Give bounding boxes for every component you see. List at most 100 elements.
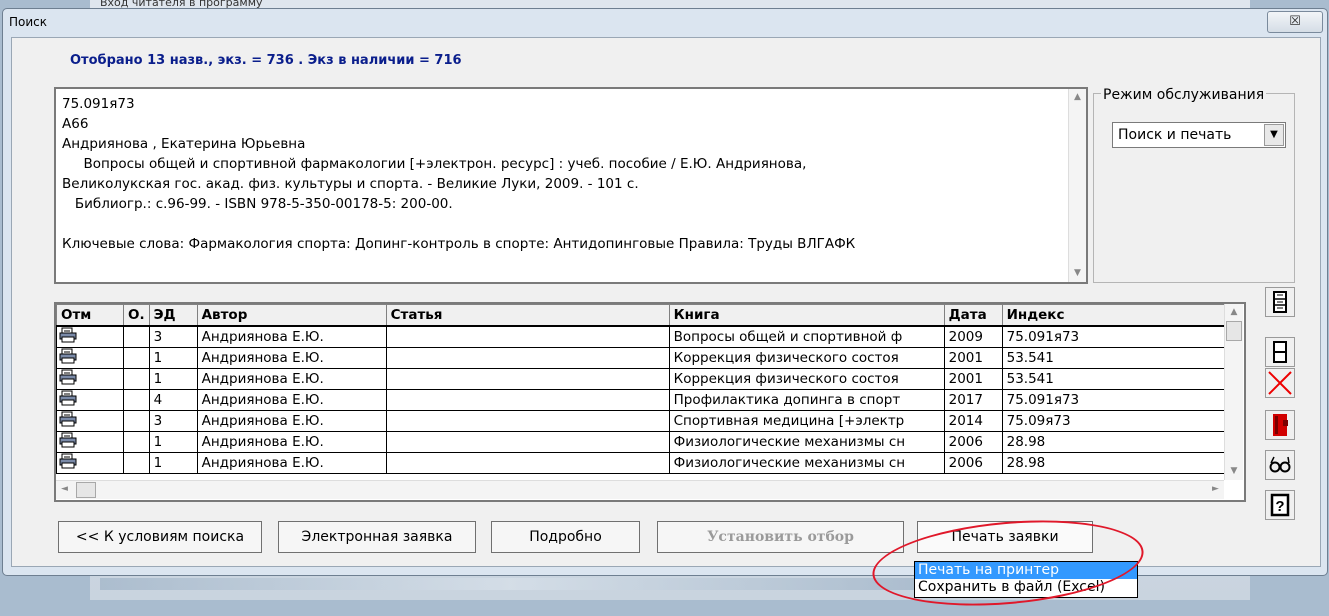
o-cell: [123, 368, 150, 390]
mark-cell[interactable]: [56, 325, 124, 348]
author-cell: Андриянова Е.Ю.: [196, 325, 387, 348]
date-cell: 2006: [943, 452, 1003, 474]
details-button[interactable]: Подробно: [491, 521, 640, 553]
mark-cell[interactable]: [56, 431, 124, 453]
column-header[interactable]: Дата: [943, 304, 1003, 327]
grid-horizontal-scrollbar[interactable]: ◄ ►: [56, 480, 1224, 499]
ed-cell: 1: [148, 452, 198, 474]
table-row[interactable]: 3 Андриянова Е.Ю. Спортивная медицина [+эл…: [56, 410, 1233, 432]
close-icon: ☒: [1289, 14, 1301, 29]
index-cell: 75.091я73: [1001, 389, 1233, 411]
electronic-request-button[interactable]: Электронная заявка: [278, 521, 476, 553]
help-icon: ?: [1270, 493, 1290, 517]
mark-cell[interactable]: [56, 368, 124, 390]
column-header[interactable]: Статья: [385, 304, 670, 327]
table-row[interactable]: 4 Андриянова Е.Ю. Профилактика допинга в с…: [56, 389, 1233, 411]
book-cell: Физиологические механизмы сн: [668, 452, 945, 474]
delete-x-icon: [1268, 371, 1292, 395]
mark-cell[interactable]: [56, 389, 124, 411]
description-line: [62, 214, 1086, 234]
article-cell: [385, 325, 670, 348]
column-header[interactable]: Автор: [196, 304, 387, 327]
book-cell: Профилактика допинга в спорт: [668, 389, 945, 411]
scroll-down-icon[interactable]: ▼: [1069, 265, 1086, 282]
index-cell: 53.541: [1001, 368, 1233, 390]
book-button[interactable]: [1265, 410, 1295, 440]
scroll-up-icon[interactable]: ▲: [1225, 304, 1243, 321]
ed-cell: 1: [148, 431, 198, 453]
printer-icon: [59, 327, 77, 343]
author-cell: Андриянова Е.Ю.: [196, 347, 387, 369]
scroll-left-icon[interactable]: ◄: [56, 481, 73, 498]
glasses-icon: [1269, 456, 1291, 473]
book-red-icon: [1273, 414, 1288, 436]
index-cell: 28.98: [1001, 431, 1233, 453]
results-table: Отм О. ЭД Автор Статья Книга Дата Индекс…: [56, 304, 1233, 474]
expand-rows-button[interactable]: [1265, 287, 1295, 317]
article-cell: [385, 452, 670, 474]
mark-cell[interactable]: [56, 410, 124, 432]
date-cell: 2006: [943, 431, 1003, 453]
o-cell: [123, 347, 150, 369]
book-cell: Спортивная медицина [+электр: [668, 410, 945, 432]
scroll-right-icon[interactable]: ►: [1207, 481, 1224, 498]
mark-cell[interactable]: [56, 452, 124, 474]
author-cell: Андриянова Е.Ю.: [196, 389, 387, 411]
ed-cell: 3: [148, 410, 198, 432]
description-line: Андриянова , Екатерина Юрьевна: [62, 136, 306, 152]
index-cell: 75.09я73: [1001, 410, 1233, 432]
service-mode-value: Поиск и печать: [1118, 127, 1232, 143]
date-cell: 2009: [943, 325, 1003, 348]
chevron-down-icon[interactable]: ▼: [1264, 124, 1284, 146]
description-line: А66: [62, 116, 89, 132]
ed-cell: 1: [148, 347, 198, 369]
svg-text:?: ?: [1275, 498, 1284, 515]
column-header[interactable]: ЭД: [148, 304, 198, 327]
article-cell: [385, 410, 670, 432]
table-row[interactable]: 1 Андриянова Е.Ю. Коррекция физического со…: [56, 347, 1233, 369]
help-button[interactable]: ?: [1265, 490, 1295, 520]
ed-cell: 4: [148, 389, 198, 411]
article-cell: [385, 347, 670, 369]
book-cell: Физиологические механизмы сн: [668, 431, 945, 453]
printer-icon: [59, 348, 77, 364]
collapse-rows-button[interactable]: [1265, 337, 1295, 367]
set-filter-button[interactable]: Установить отбор: [657, 521, 904, 553]
book-cell: Вопросы общей и спортивной ф: [668, 325, 945, 348]
table-row[interactable]: 1 Андриянова Е.Ю. Физиологические механизм…: [56, 431, 1233, 453]
scroll-up-icon[interactable]: ▲: [1069, 89, 1086, 106]
description-line: Великолукская гос. акад. физ. культуры и…: [62, 176, 639, 192]
scroll-thumb[interactable]: [1226, 321, 1242, 341]
o-cell: [123, 452, 150, 474]
table-row[interactable]: 3 Андриянова Е.Ю. Вопросы общей и спортивн…: [56, 325, 1233, 348]
column-header[interactable]: Индекс: [1001, 304, 1233, 327]
scroll-down-icon[interactable]: ▼: [1225, 463, 1243, 480]
column-header[interactable]: Отм: [56, 304, 124, 327]
article-cell: [385, 368, 670, 390]
delete-button[interactable]: [1265, 368, 1295, 398]
description-scrollbar[interactable]: ▲ ▼: [1068, 89, 1086, 282]
printer-icon: [59, 390, 77, 406]
scroll-thumb[interactable]: [76, 482, 96, 498]
service-mode-select[interactable]: Поиск и печать ▼: [1112, 122, 1286, 148]
index-cell: 75.091я73: [1001, 325, 1233, 348]
selection-summary: Отобрано 13 назв., экз. = 736 . Экз в на…: [70, 53, 462, 68]
column-header[interactable]: Книга: [668, 304, 945, 327]
index-cell: 28.98: [1001, 452, 1233, 474]
window-title: Поиск: [9, 15, 48, 29]
preview-button[interactable]: [1265, 450, 1295, 480]
printer-icon: [59, 453, 77, 469]
index-cell: 53.541: [1001, 347, 1233, 369]
close-button[interactable]: ☒: [1267, 11, 1323, 33]
printer-icon: [59, 411, 77, 427]
book-cell: Коррекция физического состоя: [668, 368, 945, 390]
mark-cell[interactable]: [56, 347, 124, 369]
grid-vertical-scrollbar[interactable]: ▲ ▼: [1224, 304, 1243, 480]
o-cell: [123, 325, 150, 348]
description-line: Вопросы общей и спортивной фармакологии …: [62, 156, 807, 172]
description-line: 75.091я73: [62, 96, 135, 112]
back-to-search-button[interactable]: << К условиям поиска: [58, 521, 262, 553]
table-row[interactable]: 1 Андриянова Е.Ю. Коррекция физического со…: [56, 368, 1233, 390]
column-header[interactable]: О.: [123, 304, 150, 327]
table-row[interactable]: 1 Андриянова Е.Ю. Физиологические механизм…: [56, 452, 1233, 474]
